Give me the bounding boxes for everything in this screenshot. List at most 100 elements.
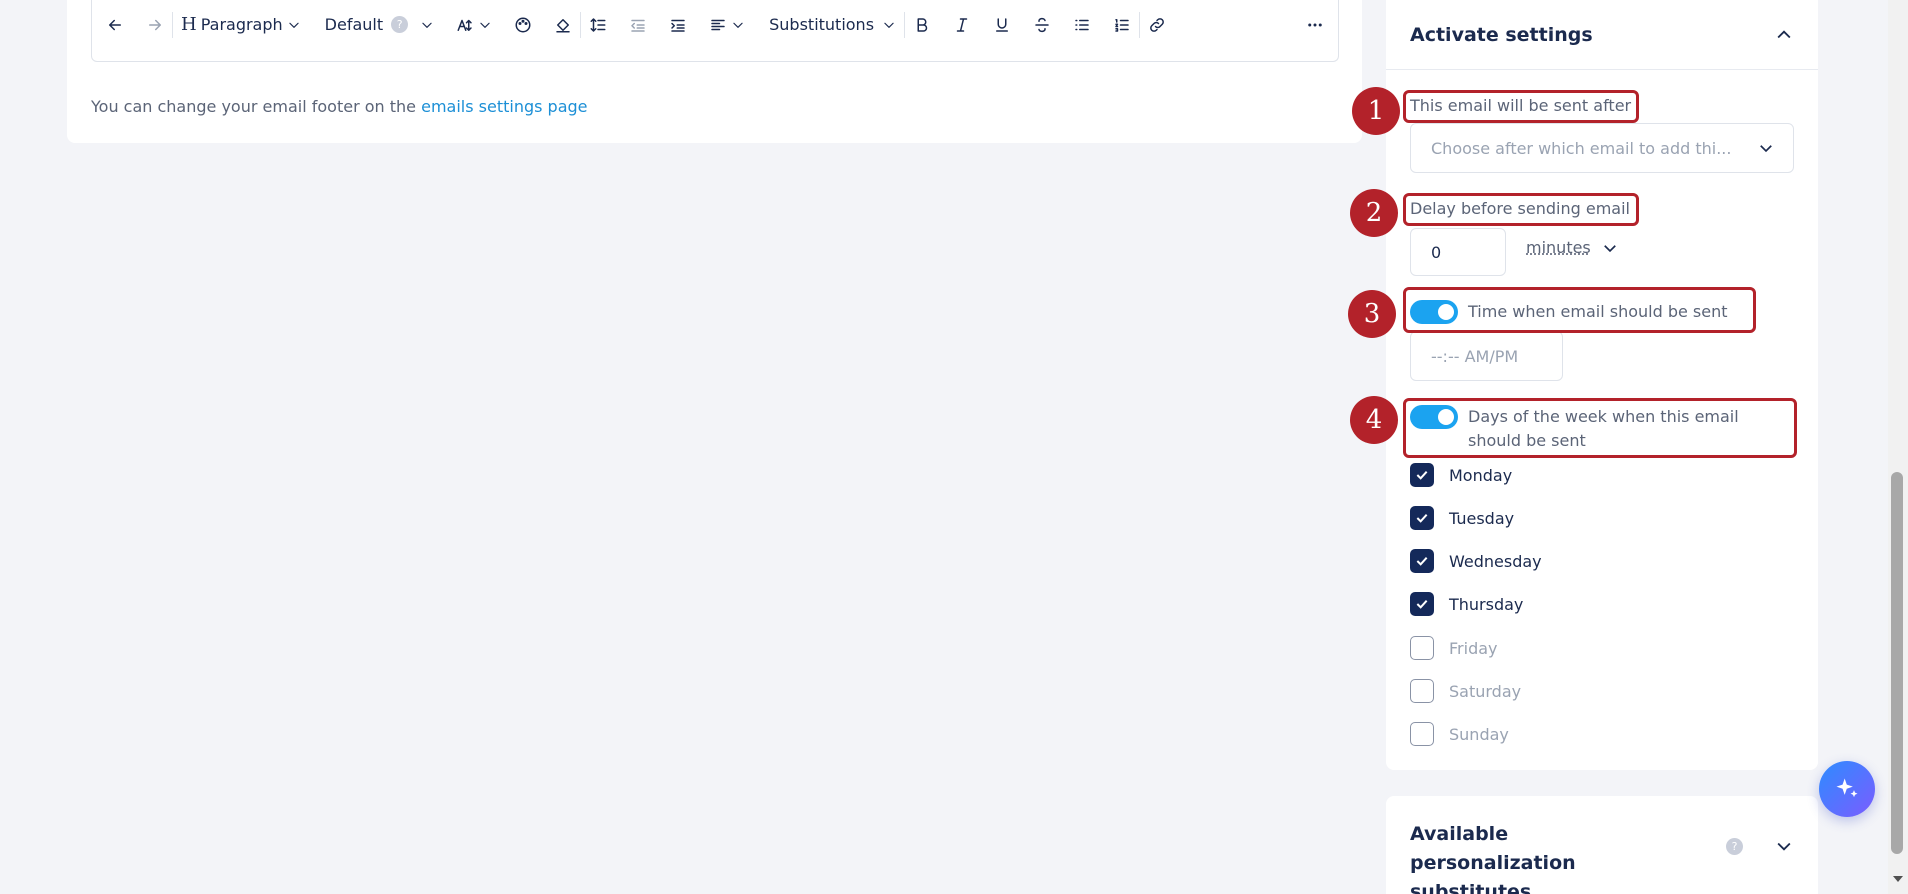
align-left-icon — [711, 19, 725, 30]
day-thursday[interactable]: Thursday — [1410, 592, 1523, 616]
delay-unit-select[interactable]: minutes — [1526, 238, 1619, 257]
day-wednesday[interactable]: Wednesday — [1410, 549, 1542, 573]
panel-title: Activate settings — [1410, 23, 1593, 46]
outdent-button[interactable] — [629, 10, 647, 40]
underline-button[interactable] — [993, 10, 1011, 40]
toolbar-divider — [1139, 11, 1141, 38]
more-button[interactable] — [1306, 10, 1324, 40]
day-label: Tuesday — [1449, 508, 1515, 528]
font-dropdown[interactable]: Default ? — [325, 10, 434, 40]
day-checkbox[interactable] — [1410, 722, 1434, 746]
check-icon — [1416, 599, 1428, 609]
footer-note: You can change your email footer on the … — [91, 97, 588, 116]
chevron-down-icon — [1603, 244, 1616, 252]
align-dropdown[interactable] — [709, 10, 745, 40]
check-icon — [1416, 556, 1428, 566]
sparkle-icon — [1836, 778, 1858, 798]
chevron-up-icon — [1777, 29, 1791, 38]
help-icon: ? — [391, 16, 409, 33]
delay-input[interactable] — [1410, 228, 1506, 276]
heading-label: Paragraph — [200, 15, 283, 34]
annotation-highlight-2 — [1403, 193, 1639, 226]
check-icon — [1416, 470, 1428, 480]
sent-after-placeholder: Choose after which email to add thi... — [1431, 138, 1732, 158]
ai-assistant-button[interactable] — [1819, 761, 1875, 817]
strikethrough-button[interactable] — [1033, 10, 1051, 40]
paint-bucket-icon — [556, 18, 570, 32]
day-saturday[interactable]: Saturday — [1410, 679, 1521, 703]
annotation-marker-1: 1 — [1352, 87, 1400, 135]
arrow-left-icon — [109, 19, 121, 30]
numbered-list-button[interactable] — [1113, 10, 1131, 40]
line-height-button[interactable] — [589, 10, 607, 40]
time-input[interactable]: --:-- AM/PM — [1410, 331, 1563, 381]
delay-unit-label: minutes — [1526, 238, 1591, 257]
substitutions-label: Substitutions — [769, 15, 875, 34]
italic-button[interactable] — [953, 10, 971, 40]
text-color-button[interactable] — [514, 10, 532, 40]
annotation-marker-3: 3 — [1348, 290, 1396, 338]
bullet-list-button[interactable] — [1073, 10, 1091, 40]
underline-icon — [996, 17, 1009, 32]
emails-settings-link[interactable]: emails settings page — [421, 97, 587, 116]
bold-button[interactable] — [913, 10, 931, 40]
chevron-down-icon — [480, 22, 490, 28]
day-monday[interactable]: Monday — [1410, 463, 1512, 487]
annotation-marker-2: 2 — [1350, 189, 1398, 237]
outdent-icon — [631, 19, 645, 32]
editor-toolbar: H Paragraph Default ? Substitutions — [91, 0, 1339, 62]
indent-icon — [671, 19, 685, 32]
font-size-icon — [457, 19, 472, 31]
chevron-down-icon — [288, 22, 299, 28]
substitutions-dropdown[interactable]: Substitutions — [769, 10, 896, 40]
toolbar-divider — [904, 11, 906, 38]
annotation-marker-4: 4 — [1350, 396, 1398, 444]
personalization-title: Available personalization substitutes — [1410, 823, 1576, 894]
annotation-highlight-1 — [1403, 90, 1639, 123]
toolbar-divider — [172, 11, 173, 38]
undo-button[interactable] — [106, 10, 124, 40]
bullet-list-icon — [1075, 19, 1089, 30]
day-label: Wednesday — [1449, 551, 1542, 571]
day-sunday[interactable]: Sunday — [1410, 722, 1509, 746]
link-button[interactable] — [1148, 10, 1166, 40]
activate-settings-header[interactable]: Activate settings — [1386, 0, 1818, 70]
heading-icon: H — [181, 14, 197, 35]
indent-button[interactable] — [669, 10, 687, 40]
chevron-down-icon — [1760, 145, 1772, 153]
day-friday[interactable]: Friday — [1410, 636, 1498, 660]
numbered-list-icon — [1115, 18, 1129, 32]
personalization-panel[interactable]: Available personalization substitutes ? — [1386, 796, 1818, 894]
day-label: Sunday — [1449, 724, 1509, 744]
font-size-dropdown[interactable] — [456, 10, 492, 40]
day-tuesday[interactable]: Tuesday — [1410, 506, 1514, 530]
palette-icon — [515, 17, 531, 32]
arrow-right-icon — [149, 19, 161, 30]
help-icon[interactable]: ? — [1726, 838, 1743, 855]
scrollbar-thumb[interactable] — [1891, 472, 1903, 854]
redo-button[interactable] — [146, 10, 164, 40]
highlight-button[interactable] — [554, 10, 572, 40]
annotation-highlight-4 — [1403, 398, 1797, 458]
time-placeholder: --:-- AM/PM — [1431, 346, 1519, 366]
chevron-down-icon — [884, 22, 894, 28]
heading-dropdown[interactable]: H Paragraph — [181, 10, 301, 40]
day-checkbox[interactable] — [1410, 679, 1434, 703]
scroll-down-arrow-icon[interactable] — [1893, 876, 1903, 882]
day-checkbox[interactable] — [1410, 636, 1434, 660]
sent-after-select[interactable]: Choose after which email to add thi... — [1410, 123, 1794, 173]
day-checkbox[interactable] — [1410, 592, 1434, 616]
strikethrough-icon — [1035, 17, 1049, 32]
chevron-down-icon — [1777, 842, 1791, 851]
day-label: Thursday — [1449, 594, 1524, 614]
annotation-highlight-3 — [1403, 287, 1756, 333]
chevron-down-icon — [422, 22, 432, 28]
line-height-icon — [590, 17, 606, 32]
bold-icon — [917, 17, 928, 32]
day-label: Friday — [1449, 638, 1498, 658]
chevron-down-icon — [733, 22, 743, 28]
day-checkbox[interactable] — [1410, 549, 1434, 573]
day-checkbox[interactable] — [1410, 506, 1434, 530]
day-checkbox[interactable] — [1410, 463, 1434, 487]
font-label: Default — [324, 15, 384, 34]
